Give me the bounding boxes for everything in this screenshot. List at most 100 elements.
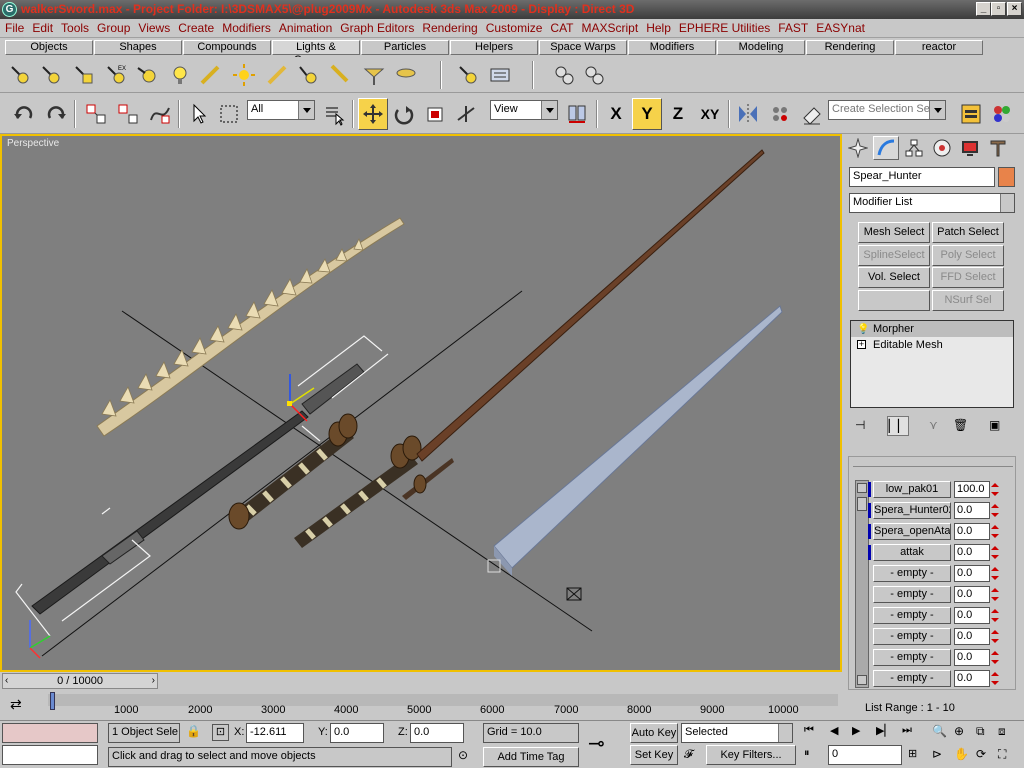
utilities-tab-icon[interactable] [985, 136, 1011, 160]
select-and-move-icon[interactable] [358, 98, 388, 130]
menu-modifiers[interactable]: Modifiers [222, 21, 271, 35]
spinner-icon[interactable] [991, 628, 999, 645]
channel-value-field[interactable]: 0.0 [954, 544, 990, 561]
make-unique-icon[interactable]: ⋎ [929, 418, 938, 432]
tab-reactor[interactable]: reactor [895, 40, 983, 55]
remove-modifier-icon[interactable]: 🗑 [953, 418, 968, 432]
spot-cone-light-icon[interactable] [360, 61, 388, 89]
hierarchy-tab-icon[interactable] [901, 136, 927, 160]
bulb-icon[interactable]: 💡 [857, 322, 869, 338]
channel-button[interactable]: - empty - [873, 586, 951, 603]
key-mode-dropdown[interactable]: Selected [681, 723, 793, 743]
bind-to-space-warp-icon[interactable] [146, 100, 174, 128]
minimize-icon[interactable]: _ [976, 2, 991, 16]
spinner-icon[interactable] [991, 670, 999, 687]
pan-hand-icon[interactable]: ✋ [954, 747, 969, 761]
x-coordinate-field[interactable]: -12.611 [246, 723, 304, 743]
chevron-left-icon[interactable]: ‹ [5, 674, 8, 688]
spinner-icon[interactable] [991, 502, 999, 519]
free-camera-icon[interactable] [580, 61, 608, 89]
field-of-view-icon[interactable]: ⊳ [932, 747, 942, 761]
sunlight-icon[interactable] [230, 61, 258, 89]
spinner-icon[interactable] [991, 481, 999, 498]
menu-edit[interactable]: Edit [32, 21, 53, 35]
close-icon[interactable]: × [1007, 2, 1022, 16]
go-to-start-icon[interactable]: ⏮ [804, 724, 814, 737]
spinner-icon[interactable] [991, 586, 999, 603]
rectangular-selection-icon[interactable] [215, 100, 243, 128]
channel-button[interactable]: Spera_openAtak [873, 523, 951, 540]
poly-select-button[interactable]: Poly Select [932, 245, 1004, 266]
mr-area-spot-icon[interactable] [196, 61, 224, 89]
z-coordinate-field[interactable]: 0.0 [410, 723, 464, 743]
default-tangent-icon[interactable]: 𝓕 [684, 747, 693, 762]
skylight-icon[interactable] [133, 61, 161, 89]
pivot-center-icon[interactable] [563, 100, 591, 128]
menu-cat[interactable]: CAT [550, 21, 573, 35]
stack-item-morpher[interactable]: 💡 Morpher [851, 321, 1013, 337]
patch-select-button[interactable]: Patch Select [932, 222, 1004, 243]
target-spot-light-icon[interactable] [6, 61, 34, 89]
selection-filter-dropdown[interactable]: All [247, 100, 315, 120]
zoom-extents-all-icon[interactable]: ⧈ [998, 724, 1006, 739]
go-to-end-icon[interactable]: ⏭ [902, 724, 912, 737]
tab-modifiers[interactable]: Modifiers [628, 40, 716, 55]
reference-coordinate-dropdown[interactable]: View [490, 100, 558, 120]
menu-animation[interactable]: Animation [279, 21, 332, 35]
set-key-button[interactable]: Set Key [630, 745, 678, 765]
target-camera-icon[interactable] [550, 61, 578, 89]
directional-light-ex-icon[interactable]: EX [102, 61, 130, 89]
menu-maxscript[interactable]: MAXScript [582, 21, 639, 35]
empty-modifier-button[interactable] [858, 290, 930, 311]
channel-value-field[interactable]: 0.0 [954, 586, 990, 603]
scroll-down-icon[interactable] [857, 675, 867, 685]
track-bar[interactable]: ⇄ 1000 2000 3000 4000 5000 6000 7000 800… [0, 690, 842, 720]
named-selection-set-dropdown[interactable]: Create Selection Set [828, 100, 946, 120]
ffd-select-button[interactable]: FFD Select [932, 267, 1004, 288]
unlink-selection-icon[interactable] [114, 100, 142, 128]
axis-z-button[interactable]: Z [664, 100, 692, 128]
nsurf-sel-button[interactable]: NSurf Sel [932, 290, 1004, 311]
channel-value-field[interactable]: 0.0 [954, 628, 990, 645]
previous-frame-icon[interactable]: ◀ [830, 724, 838, 737]
channel-value-field[interactable]: 100.0 [954, 481, 990, 498]
play-icon[interactable]: ▶ [852, 724, 860, 737]
tab-particles[interactable]: Particles [361, 40, 449, 55]
menu-help[interactable]: Help [646, 21, 671, 35]
key-mode-toggle-icon[interactable]: ⏸ [804, 747, 810, 760]
menu-fast[interactable]: FAST [778, 21, 808, 35]
lock-selection-icon[interactable]: 🔒 [186, 724, 201, 738]
show-end-result-icon[interactable]: ▏▏ [887, 416, 909, 436]
tab-compounds[interactable]: Compounds [183, 40, 271, 55]
layer-manager-icon[interactable] [798, 100, 826, 128]
channel-value-field[interactable]: 0.0 [954, 565, 990, 582]
channel-value-field[interactable]: 0.0 [954, 502, 990, 519]
channel-list-scrollbar[interactable] [855, 480, 869, 688]
configure-modifier-sets-icon[interactable]: ▣ [989, 418, 1000, 432]
key-filters-button[interactable]: Key Filters... [706, 745, 796, 765]
channel-button[interactable]: - empty - [873, 649, 951, 666]
disc-light-icon[interactable] [392, 61, 420, 89]
spinner-icon[interactable] [991, 523, 999, 540]
spinner-icon[interactable] [991, 544, 999, 561]
pin-stack-icon[interactable]: ⊣ [855, 418, 865, 432]
axis-x-button[interactable]: X [602, 100, 630, 128]
menu-create[interactable]: Create [178, 21, 214, 35]
perspective-viewport[interactable]: Perspective [0, 134, 842, 672]
modifier-list-dropdown[interactable]: Modifier List [849, 193, 1015, 213]
scroll-thumb[interactable] [857, 497, 867, 511]
set-key-icon[interactable]: ⊸ [588, 731, 605, 756]
undo-icon[interactable] [10, 100, 38, 128]
omni-light-icon[interactable] [166, 61, 194, 89]
maxscript-input[interactable] [2, 745, 98, 765]
menu-easynat[interactable]: EASYnat [816, 21, 865, 35]
object-name-field[interactable]: Spear_Hunter [849, 167, 995, 187]
object-color-swatch[interactable] [998, 167, 1015, 187]
chevron-right-icon[interactable]: › [152, 674, 155, 688]
tab-rendering[interactable]: Rendering [806, 40, 894, 55]
channel-value-field[interactable]: 0.0 [954, 523, 990, 540]
select-and-place-icon[interactable] [452, 100, 480, 128]
create-tab-icon[interactable] [845, 136, 871, 160]
zoom-all-icon[interactable]: ⊕ [954, 724, 964, 738]
time-cursor[interactable] [50, 692, 55, 710]
